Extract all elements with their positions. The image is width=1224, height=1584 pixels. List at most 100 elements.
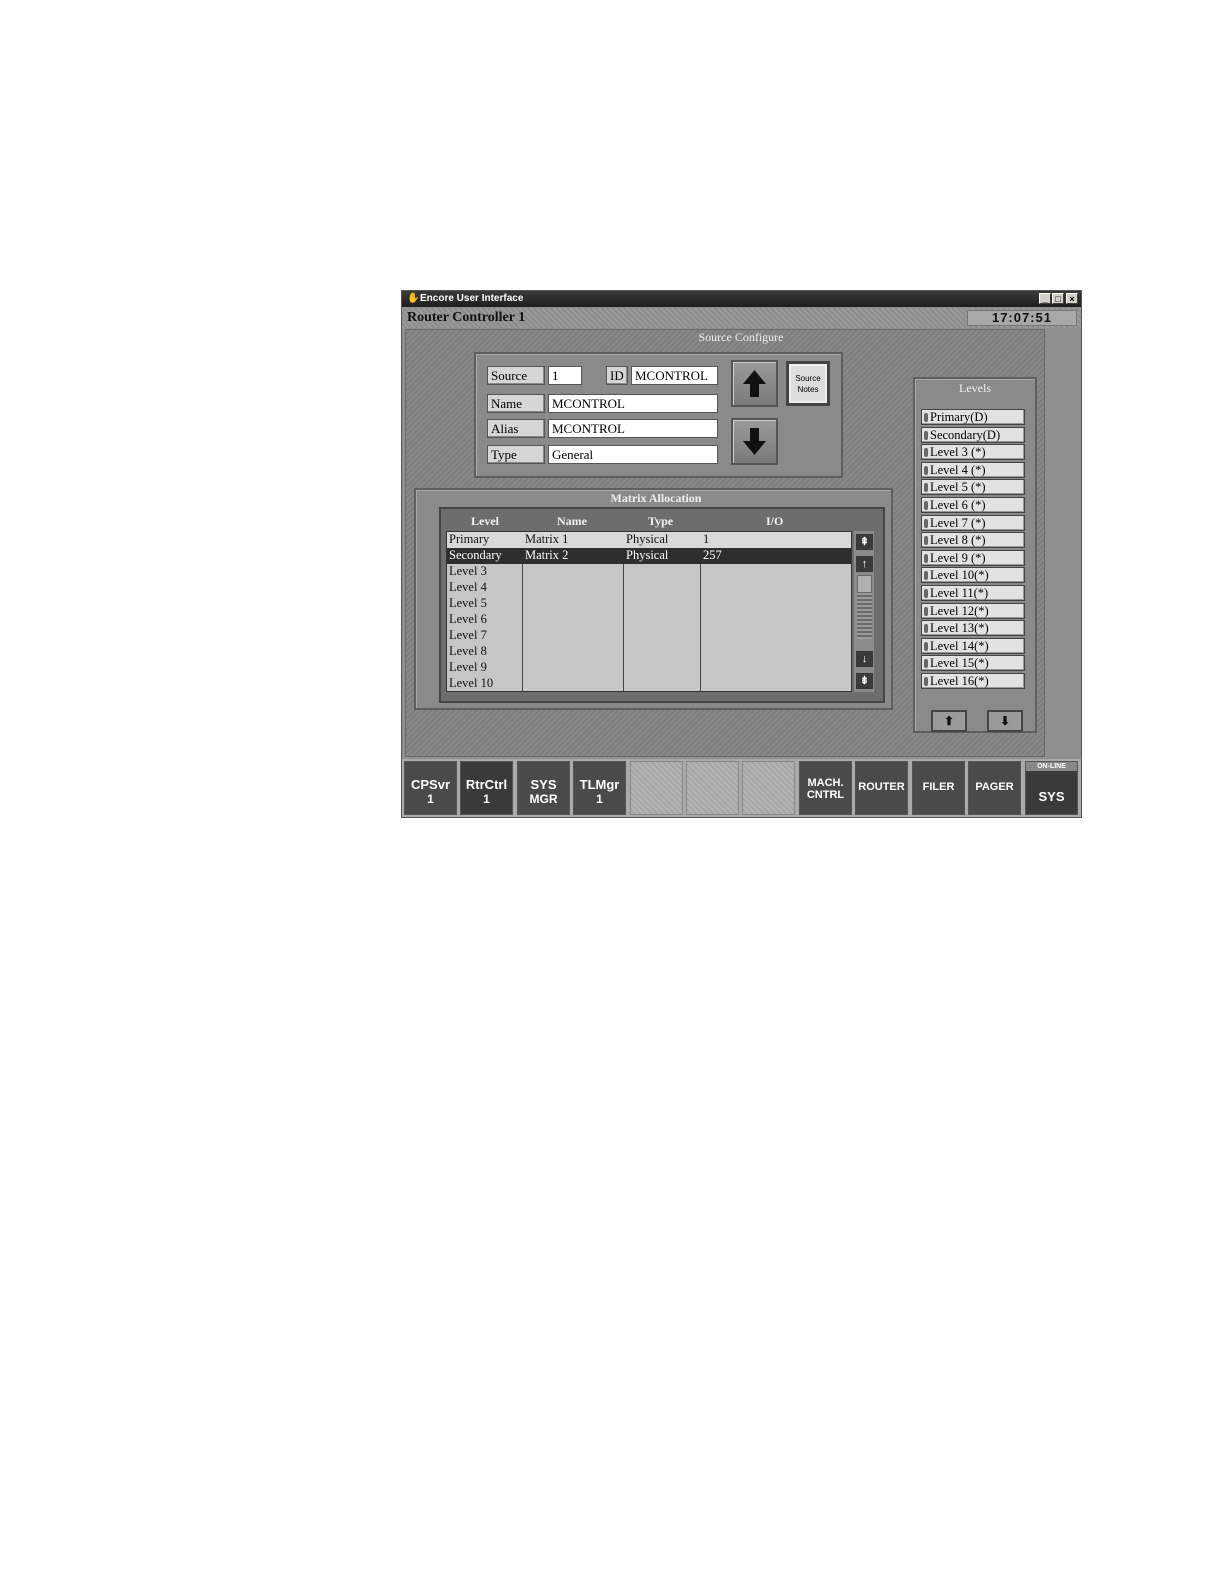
level-button[interactable]: Level 12(*) [921,602,1025,619]
level-button[interactable]: Level 16(*) [921,673,1025,689]
table-row[interactable]: Level 3 [447,564,851,580]
sys-mgr-label1: SYS [530,777,557,792]
level-indicator-icon [924,518,928,528]
source-configure-title: Source Configure [698,330,784,344]
level-indicator-icon [924,571,928,581]
up-arrow-icon: ⬆ [943,714,955,728]
maximize-button[interactable]: □ [1052,293,1064,304]
cpsvr-button[interactable]: CPSvr 1 [404,761,457,815]
level-button[interactable]: Level 9 (*) [921,549,1025,566]
scroll-bottom-button[interactable]: ⇟ [855,672,874,690]
empty-slot-button[interactable] [630,761,683,815]
level-label: Level 5 (*) [930,480,986,495]
level-button[interactable]: Level 13(*) [921,620,1025,637]
level-label: Level 11(*) [930,586,989,600]
table-scrollbar[interactable]: ⇞ ↑ ↓ ⇟ [854,531,874,692]
level-button[interactable]: Level 3 (*) [921,444,1025,461]
column-header-level: Level [471,514,499,528]
table-cell-io: 257 [703,548,722,562]
table-row[interactable]: Primary Matrix 1 Physical 1 [447,532,851,548]
level-indicator-icon [924,536,928,546]
source-down-button[interactable] [731,418,778,465]
level-button[interactable]: Level 11(*) [921,585,1025,601]
table-row[interactable]: Level 5 [447,596,851,612]
router-button[interactable]: ROUTER [855,761,908,815]
source-up-button[interactable] [731,360,778,407]
source-notes-button[interactable]: Source Notes [786,361,830,406]
level-button[interactable]: Level 8 (*) [921,532,1025,549]
function-bar: CPSvr 1 RtrCtrl 1 SYS MGR TLMgr 1 MACH. … [402,759,1081,817]
matrix-table-body: Primary Matrix 1 Physical 1 Secondary Matrix … [446,531,852,692]
level-button[interactable]: Level 15(*) [921,655,1025,672]
level-button[interactable]: Level 5 (*) [921,479,1025,496]
table-cell-level: Level 10 [449,676,494,690]
level-indicator-icon [924,483,928,493]
filer-label: FILER [922,781,955,793]
pager-label: PAGER [975,781,1014,793]
table-cell-level: Level 5 [449,596,487,610]
level-button[interactable]: Primary(D) [921,409,1025,425]
name-field[interactable]: MCONTROL [548,394,718,413]
rtrctrl-number: 1 [483,792,490,806]
level-label: Level 6 (*) [930,498,986,512]
encore-window: ✋ Encore User Interface _ □ × Router Con… [401,290,1082,818]
level-indicator-icon [924,465,928,475]
source-notes-line2: Notes [797,385,819,394]
filer-button[interactable]: FILER [912,761,965,815]
level-button[interactable]: Level 10(*) [921,567,1025,584]
level-button[interactable]: Level 4 (*) [921,461,1025,478]
mach-cntrl-button[interactable]: MACH. CNTRL [799,761,852,815]
level-button[interactable]: Level 7 (*) [921,514,1025,531]
level-label: Level 15(*) [930,656,989,671]
table-cell-level: Level 9 [449,660,487,674]
mach-cntrl-label1: MACH. [807,777,844,789]
table-row[interactable]: Level 8 [447,644,851,660]
scroll-thumb[interactable] [857,575,872,593]
type-field[interactable]: General [548,445,718,464]
table-cell-level: Level 4 [449,580,487,594]
alias-field[interactable]: MCONTROL [548,419,718,438]
level-label: Level 8 (*) [930,533,986,548]
scroll-down-button[interactable]: ↓ [855,650,874,668]
level-indicator-icon [924,589,928,598]
rtrctrl-button[interactable]: RtrCtrl 1 [460,761,513,815]
table-row[interactable]: Secondary Matrix 2 Physical 257 [447,548,851,564]
scroll-top-button[interactable]: ⇞ [855,533,874,551]
sys-button[interactable]: ON-LINE SYS [1025,761,1078,815]
table-cell-type: Physical [626,532,669,546]
down-arrow-icon [743,428,766,455]
level-indicator-icon [924,677,928,686]
empty-slot-button[interactable] [742,761,795,815]
alias-label: Alias [487,419,545,438]
table-cell-name: Matrix 1 [525,532,569,546]
minimize-button[interactable]: _ [1039,293,1051,304]
header-bar: Router Controller 1 17:07:51 [402,308,1081,328]
empty-slot-button[interactable] [686,761,739,815]
sys-mgr-button[interactable]: SYS MGR [517,761,570,815]
close-button[interactable]: × [1066,293,1078,304]
window-title-bar[interactable]: ✋ Encore User Interface _ □ × [402,291,1081,307]
tlmgr-button[interactable]: TLMgr 1 [573,761,626,815]
level-button[interactable]: Level 6 (*) [921,497,1025,513]
level-label: Level 12(*) [930,603,989,618]
table-row[interactable]: Level 6 [447,612,851,628]
pager-button[interactable]: PAGER [968,761,1021,815]
id-field[interactable]: MCONTROL [631,366,718,385]
scroll-up-button[interactable]: ↑ [855,555,874,573]
table-row[interactable]: Level 9 [447,660,851,676]
table-row[interactable]: Level 10 [447,676,851,692]
name-label: Name [487,394,545,413]
levels-up-button[interactable]: ⬆ [931,710,967,732]
table-row[interactable]: Level 4 [447,580,851,596]
cpsvr-label: CPSvr [410,777,451,792]
level-indicator-icon [924,641,928,651]
level-label: Level 13(*) [930,621,989,636]
level-label: Level 16(*) [930,674,989,688]
table-row[interactable]: Level 7 [447,628,851,644]
source-number-field[interactable]: 1 [548,366,582,385]
levels-down-button[interactable]: ⬇ [987,710,1023,732]
level-indicator-icon [924,606,928,616]
level-label: Level 10(*) [930,568,989,583]
level-button[interactable]: Level 14(*) [921,637,1025,654]
level-button[interactable]: Secondary(D) [921,426,1025,443]
